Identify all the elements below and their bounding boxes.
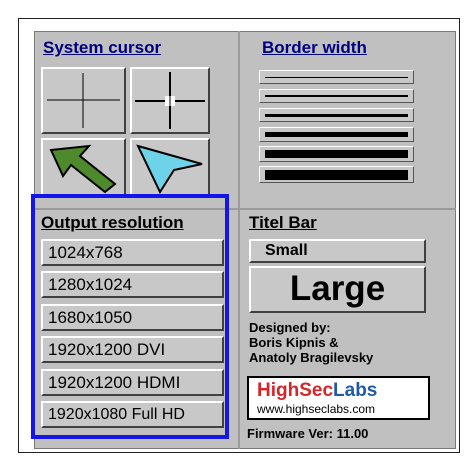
logo-url: www.highseclabs.com [257,402,376,416]
border-width-option-3[interactable] [259,108,414,122]
title-bar-header: Titel Bar [249,213,317,232]
designed-by-label: Designed by: [249,320,331,335]
cursor-crosshair-button[interactable] [41,67,126,134]
border-width-option-4[interactable] [259,127,414,142]
cursor-cyan-arrow-button[interactable] [130,138,210,196]
firmware-version: Firmware Ver: 11.00 [247,426,369,441]
highseclabs-logo: HighSecLabs www.highseclabs.com [247,376,430,420]
vertical-divider [238,31,240,449]
cursor-green-arrow-button[interactable] [41,138,126,196]
border-width-option-6[interactable] [259,166,414,183]
selection-highlight [31,194,229,439]
border-width-option-5[interactable] [259,146,414,162]
green-arrow-icon [49,144,117,194]
logo-brand-red: HighSec [257,380,334,401]
border-width-header: Border width [262,38,367,57]
border-width-option-1[interactable] [259,70,414,84]
logo-brand-blue: Labs [333,380,378,401]
border-width-option-2[interactable] [259,89,414,103]
title-bar-small-button[interactable]: Small [249,239,426,263]
dotted-crosshair-icon [135,72,205,129]
designer-1-name: Boris Kipnis & [249,335,339,350]
cyan-arrow-icon [136,144,203,195]
crosshair-icon [47,73,120,128]
cursor-bold-crosshair-button[interactable] [130,67,210,134]
system-cursor-header: System cursor [43,38,162,57]
designer-2-name: Anatoly Bragilevsky [249,350,374,365]
title-bar-large-button[interactable]: Large [249,266,426,313]
